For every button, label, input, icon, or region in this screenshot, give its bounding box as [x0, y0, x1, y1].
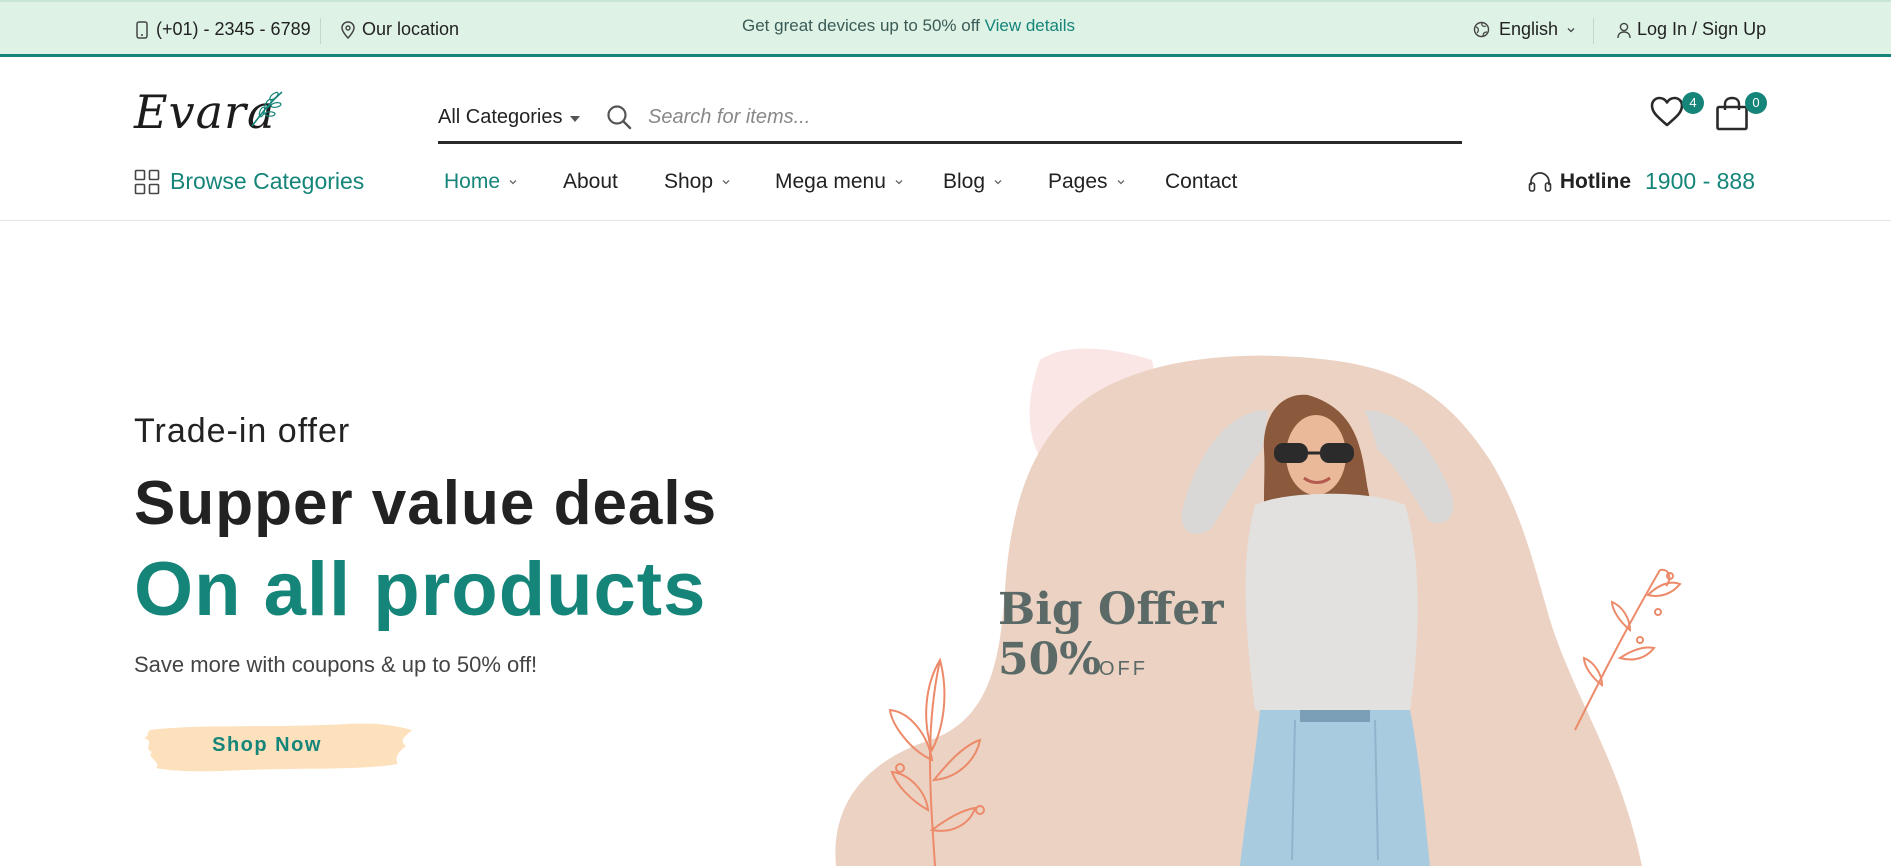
nav-home[interactable]: Home [444, 170, 518, 194]
logo-leaf-icon [248, 88, 286, 128]
nav-mega-menu[interactable]: Mega menu [775, 170, 904, 194]
sunglasses-right [1320, 443, 1354, 463]
chevron-down-icon [895, 180, 903, 185]
search-underline [438, 141, 1462, 144]
nav-pages-label: Pages [1048, 170, 1108, 193]
header-divider [0, 220, 1891, 221]
shorts [1240, 710, 1430, 866]
location-link[interactable]: Our location [362, 19, 459, 40]
hotline-label: Hotline [1559, 169, 1632, 193]
shop-now-button[interactable]: Shop Now [136, 718, 416, 776]
location-pin-icon [341, 21, 355, 39]
chevron-down-icon [1117, 180, 1125, 185]
caret-down-icon [570, 116, 580, 123]
hotline[interactable]: Hotline 1900 - 888 [1528, 168, 1755, 195]
sweater [1245, 493, 1418, 719]
sunglasses-left [1274, 443, 1308, 463]
nav-shop-label: Shop [664, 170, 714, 193]
browse-categories-button[interactable]: Browse Categories [134, 168, 364, 195]
offer-percent: 50% [998, 634, 1102, 685]
promo-banner: Get great devices up to 50% off View det… [742, 16, 1075, 36]
cart-count-badge: 0 [1745, 92, 1767, 114]
cart-button[interactable]: 0 [1715, 92, 1767, 132]
hero-title: Supper value deals [134, 469, 718, 538]
offer-title: Big Offer [998, 584, 1224, 635]
shop-now-label: Shop Now [212, 734, 322, 756]
shopping-bag-icon [1716, 96, 1748, 131]
chevron-down-icon [722, 180, 730, 185]
nav-pages[interactable]: Pages [1048, 170, 1126, 194]
search-input[interactable] [648, 100, 1438, 134]
nav-shop[interactable]: Shop [664, 170, 731, 194]
hero-illustration [835, 348, 1682, 866]
phone-icon [136, 21, 148, 39]
promo-text: Get great devices up to 50% off [742, 16, 980, 35]
browse-categories-label: Browse Categories [170, 168, 365, 194]
user-icon [1617, 22, 1631, 39]
wishlist-count-badge: 4 [1682, 92, 1704, 114]
search-icon[interactable] [606, 104, 632, 130]
top-bar: (+01) - 2345 - 6789 Our location Get gre… [0, 0, 1891, 57]
view-details-link[interactable]: View details [985, 16, 1075, 35]
globe-icon [1473, 21, 1490, 38]
headset-icon [1528, 171, 1552, 192]
language-label: English [1499, 19, 1559, 39]
right-leaf-sprig [1574, 568, 1682, 731]
hero-title-accent: On all products [134, 547, 707, 632]
category-select[interactable]: All Categories [438, 106, 563, 129]
nav-blog[interactable]: Blog [943, 170, 1003, 194]
nav-contact[interactable]: Contact [1165, 170, 1237, 194]
nav-about[interactable]: About [563, 170, 618, 194]
nav-blog-label: Blog [943, 170, 986, 193]
hero-subtitle: Trade-in offer [134, 412, 351, 450]
heart-icon [1650, 96, 1684, 127]
phone-number: (+01) - 2345 - 6789 [156, 19, 311, 39]
nav-home-label: Home [444, 170, 501, 193]
wishlist-button[interactable]: 4 [1650, 92, 1704, 132]
offer-suffix: OFF [1099, 658, 1148, 680]
nav-mega-menu-label: Mega menu [775, 170, 886, 193]
nav-contact-label: Contact [1165, 170, 1238, 193]
chevron-down-icon [1567, 27, 1575, 32]
chevron-down-icon [994, 180, 1002, 185]
login-signup-link[interactable]: Log In / Sign Up [1637, 19, 1766, 40]
language-selector[interactable]: English [1499, 19, 1576, 40]
hotline-number: 1900 - 888 [1645, 168, 1755, 194]
hero-description: Save more with coupons & up to 50% off! [134, 652, 538, 677]
divider [320, 18, 321, 44]
divider [1593, 18, 1594, 44]
chevron-down-icon [509, 180, 517, 185]
grid-icon [134, 169, 160, 194]
nav-about-label: About [563, 170, 618, 193]
category-select-label: All Categories [438, 106, 563, 128]
